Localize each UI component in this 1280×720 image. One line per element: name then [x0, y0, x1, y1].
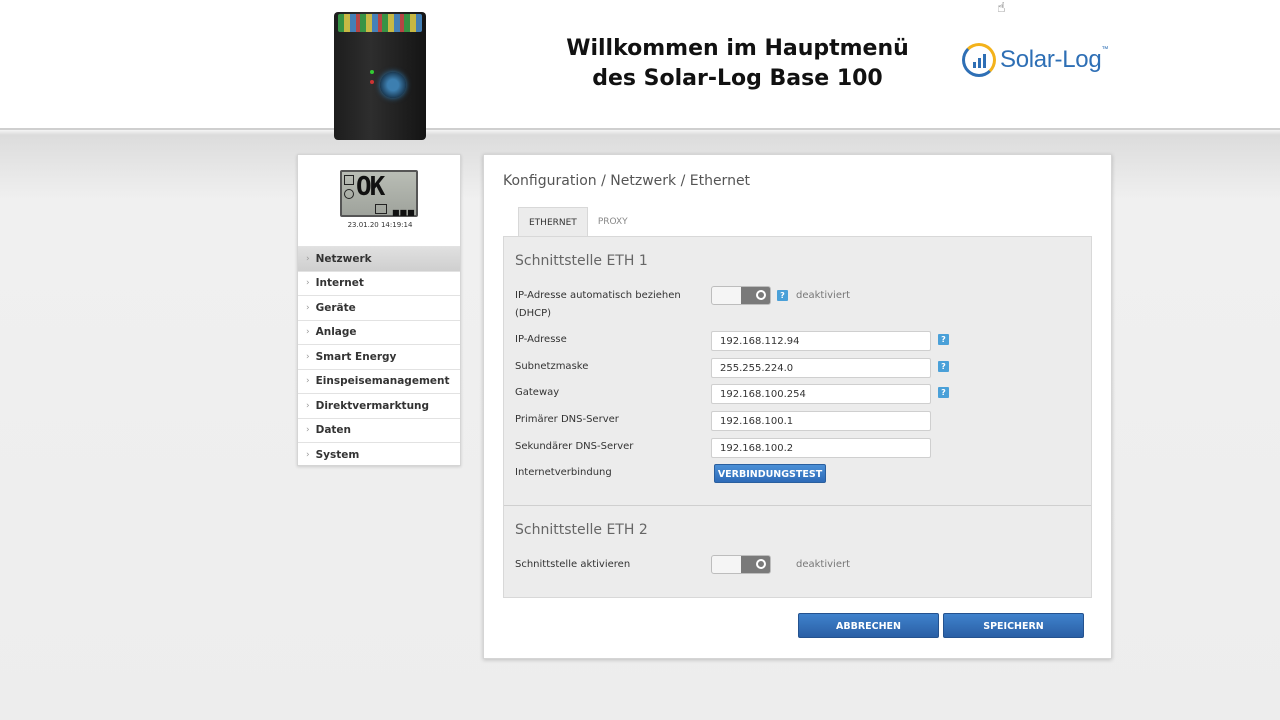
lcd-globe-icon	[344, 189, 354, 199]
dns2-label: Sekundärer DNS-Server	[515, 441, 634, 452]
sidebar-item-daten[interactable]: › Daten	[298, 417, 460, 443]
lcd-grid-icon	[344, 175, 354, 185]
chevron-right-icon: ›	[306, 400, 310, 411]
device-datetime: 23.01.20 14:19:14	[347, 221, 413, 229]
internet-label: Internetverbindung	[515, 467, 612, 478]
header: Willkommen im Hauptmenü des Solar-Log Ba…	[0, 0, 1280, 140]
sidebar-item-geraete[interactable]: › Geräte	[298, 295, 460, 320]
sidebar-item-direktvermarktung[interactable]: › Direktvermarktung	[298, 393, 460, 418]
tab-ethernet[interactable]: ETHERNET	[518, 207, 588, 237]
settings-panel: Schnittstelle ETH 1 IP-Adresse automatis…	[503, 236, 1092, 598]
dhcp-status: deaktiviert	[796, 290, 850, 301]
chevron-right-icon: ›	[306, 449, 310, 460]
help-icon[interactable]: ?	[938, 334, 949, 345]
lcd-battery-icon	[375, 204, 387, 214]
section-divider	[504, 505, 1091, 506]
subnet-mask-input[interactable]	[711, 358, 931, 378]
chevron-right-icon: ›	[306, 376, 310, 387]
ip-address-input[interactable]	[711, 331, 931, 351]
page-title: Willkommen im Hauptmenü des Solar-Log Ba…	[566, 36, 909, 91]
primary-dns-input[interactable]	[711, 411, 931, 431]
dhcp-toggle[interactable]	[711, 286, 771, 305]
subnet-label: Subnetzmaske	[515, 361, 589, 372]
section-title-eth1: Schnittstelle ETH 1	[515, 253, 648, 269]
eth2-status: deaktiviert	[796, 559, 850, 570]
section-title-eth2: Schnittstelle ETH 2	[515, 522, 648, 538]
breadcrumb: Konfiguration / Netzwerk / Ethernet	[503, 173, 751, 189]
toggle-off-icon	[756, 290, 766, 300]
sidebar-item-internet[interactable]: › Internet	[298, 270, 460, 296]
solar-log-logo-icon	[962, 43, 996, 77]
chevron-right-icon: ›	[306, 351, 310, 362]
chevron-right-icon: ›	[306, 253, 310, 264]
lcd-status: OK	[356, 172, 385, 202]
dns1-label: Primärer DNS-Server	[515, 414, 619, 425]
connection-test-button[interactable]: VERBINDUNGSTEST	[714, 464, 826, 483]
eth2-enable-toggle[interactable]	[711, 555, 771, 574]
tab-bar: ETHERNET PROXY	[518, 207, 638, 237]
sidebar-item-system[interactable]: › System	[298, 442, 460, 467]
logo-text: Solar-Log™	[1000, 46, 1109, 73]
lcd-display: OK ■■■	[340, 170, 418, 217]
chevron-right-icon: ›	[306, 327, 310, 338]
chevron-right-icon: ›	[306, 302, 310, 313]
gateway-label: Gateway	[515, 387, 560, 398]
lcd-dots: ■■■	[392, 208, 415, 217]
sidebar-nav: › Netzwerk › Internet › Geräte › Anlage › Sma…	[298, 246, 460, 467]
sidebar: OK ■■■ 23.01.20 14:19:14 › Netzwerk › Inte…	[297, 154, 461, 466]
cancel-button[interactable]: ABBRECHEN	[798, 613, 939, 638]
gateway-input[interactable]	[711, 384, 931, 404]
help-icon[interactable]: ?	[938, 387, 949, 398]
device-image	[330, 12, 428, 142]
sidebar-item-netzwerk[interactable]: › Netzwerk	[298, 246, 460, 271]
secondary-dns-input[interactable]	[711, 438, 931, 458]
sidebar-item-einspeisemanagement[interactable]: › Einspeisemanagement	[298, 368, 460, 394]
tab-proxy[interactable]: PROXY	[588, 207, 638, 237]
main-content: Konfiguration / Netzwerk / Ethernet ETHE…	[483, 154, 1112, 659]
solar-log-logo[interactable]: Solar-Log™	[962, 42, 1122, 78]
save-button[interactable]: SPEICHERN	[943, 613, 1084, 638]
dhcp-label: IP-Adresse automatisch beziehen (DHCP)	[515, 290, 681, 319]
toggle-off-icon	[756, 559, 766, 569]
chevron-right-icon: ›	[306, 425, 310, 436]
help-icon[interactable]: ?	[777, 290, 788, 301]
sidebar-item-smart-energy[interactable]: › Smart Energy	[298, 344, 460, 369]
help-icon[interactable]: ?	[938, 361, 949, 372]
mouse-cursor-icon: ☝	[997, 0, 1006, 16]
chevron-right-icon: ›	[306, 278, 310, 289]
sidebar-item-anlage[interactable]: › Anlage	[298, 319, 460, 345]
eth2-enable-label: Schnittstelle aktivieren	[515, 559, 631, 570]
ip-label: IP-Adresse	[515, 334, 567, 345]
